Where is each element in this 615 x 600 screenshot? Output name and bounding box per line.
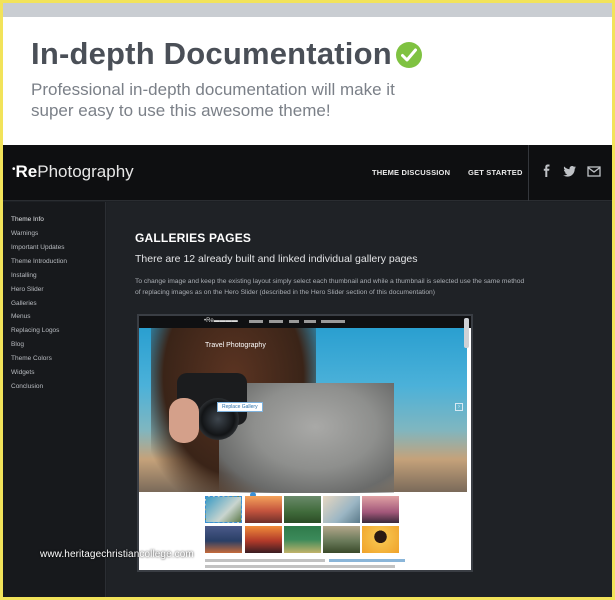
chevron-right-icon: › bbox=[455, 403, 463, 411]
nav-theme-discussion[interactable]: THEME DISCUSSION bbox=[372, 168, 450, 177]
gallery-thumb bbox=[245, 496, 282, 523]
screenshot-hero-image: Travel Photography Replace Gallery › bbox=[139, 328, 467, 493]
sidebar-item-hero-slider[interactable]: Hero Slider bbox=[11, 286, 44, 293]
sidebar-item-menus[interactable]: Menus bbox=[11, 313, 31, 320]
sidebar-item-warnings[interactable]: Warnings bbox=[11, 230, 38, 237]
screenshot-nav-link bbox=[289, 320, 299, 323]
gallery-thumb bbox=[245, 526, 282, 553]
screenshot-footer-text bbox=[205, 559, 325, 562]
gallery-screenshot: •Re▬▬▬▬ Travel Photography Replace Galle… bbox=[137, 314, 473, 572]
section-subheading: There are 12 already built and linked in… bbox=[135, 253, 418, 265]
sidebar-item-theme-colors[interactable]: Theme Colors bbox=[11, 355, 52, 362]
gallery-thumb bbox=[362, 526, 399, 553]
replace-gallery-badge: Replace Gallery bbox=[217, 402, 263, 412]
screenshot-footer-text bbox=[205, 565, 395, 568]
gallery-thumbnails bbox=[205, 496, 401, 554]
gallery-thumb bbox=[362, 496, 399, 523]
top-bar bbox=[3, 3, 612, 17]
screenshot-nav-link bbox=[321, 320, 345, 323]
sidebar-item-theme-introduction[interactable]: Theme Introduction bbox=[11, 258, 67, 265]
section-paragraph: To change image and keep the existing la… bbox=[135, 278, 525, 296]
sidebar-item-important-updates[interactable]: Important Updates bbox=[11, 244, 64, 251]
documentation-sidebar: Theme Info Warnings Important Updates Th… bbox=[3, 202, 106, 597]
nav-divider bbox=[528, 145, 529, 201]
gallery-thumb bbox=[284, 526, 321, 553]
logo-suffix: Photography bbox=[37, 162, 134, 181]
gallery-thumb bbox=[284, 496, 321, 523]
nav-get-started[interactable]: GET STARTED bbox=[468, 168, 523, 177]
photo-hand bbox=[169, 398, 199, 443]
gallery-thumb bbox=[205, 496, 242, 523]
mail-icon[interactable] bbox=[587, 164, 601, 178]
gallery-thumb bbox=[323, 496, 360, 523]
twitter-icon[interactable] bbox=[563, 164, 577, 178]
main-content: GALLERIES PAGES There are 12 already bui… bbox=[107, 202, 612, 597]
hero-subtitle: Professional in-depth documentation will… bbox=[31, 80, 395, 120]
sidebar-item-blog[interactable]: Blog bbox=[11, 341, 24, 348]
watermark: www.heritagechristiancollege.com bbox=[40, 549, 194, 560]
hero-title: In-depth Documentation bbox=[31, 36, 392, 71]
sidebar-item-galleries[interactable]: Galleries bbox=[11, 300, 37, 307]
screenshot-nav-link bbox=[249, 320, 263, 323]
site-logo[interactable]: •RePhotography bbox=[12, 162, 134, 182]
sidebar-item-conclusion[interactable]: Conclusion bbox=[11, 383, 43, 390]
sidebar-item-widgets[interactable]: Widgets bbox=[11, 369, 34, 376]
logo-prefix: Re bbox=[15, 162, 38, 181]
check-icon bbox=[396, 42, 422, 68]
sidebar-item-theme-info[interactable]: Theme Info bbox=[11, 216, 44, 223]
screenshot-caption: Travel Photography bbox=[205, 342, 266, 349]
top-navigation: •RePhotography THEME DISCUSSION GET STAR… bbox=[3, 145, 612, 201]
screenshot-footer-link bbox=[329, 559, 405, 562]
sidebar-item-installing[interactable]: Installing bbox=[11, 272, 37, 279]
facebook-icon[interactable] bbox=[540, 164, 554, 178]
sidebar-item-replacing-logos[interactable]: Replacing Logos bbox=[11, 327, 59, 334]
screenshot-scrollbar bbox=[464, 318, 469, 348]
gallery-thumb bbox=[323, 526, 360, 553]
documentation-site: •RePhotography THEME DISCUSSION GET STAR… bbox=[3, 145, 612, 597]
screenshot-nav-link bbox=[269, 320, 283, 323]
section-heading: GALLERIES PAGES bbox=[135, 231, 252, 245]
gallery-thumb bbox=[205, 526, 242, 553]
screenshot-nav: •Re▬▬▬▬ bbox=[139, 316, 471, 328]
screenshot-nav-link bbox=[304, 320, 316, 323]
hero-banner: In-depth Documentation Professional in-d… bbox=[3, 17, 612, 145]
screenshot-logo: •Re▬▬▬▬ bbox=[204, 318, 238, 324]
